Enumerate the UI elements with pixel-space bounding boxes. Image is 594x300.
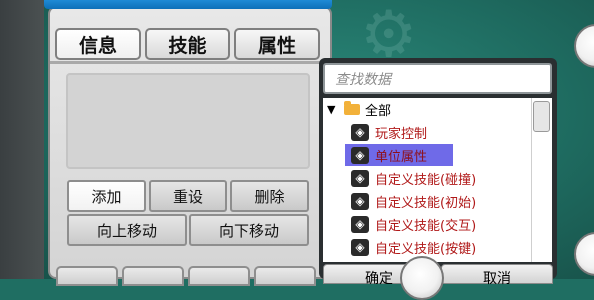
tab-skills[interactable]: 技能 <box>145 28 230 60</box>
bottom-tab[interactable] <box>122 266 184 286</box>
folder-icon <box>344 100 360 115</box>
reset-button[interactable]: 重设 <box>149 180 227 212</box>
tree-item-label: 自定义技能(碰撞) <box>375 172 477 188</box>
tree-item[interactable]: ◈ 自定义技能(初始) <box>351 191 476 211</box>
tab-attributes[interactable]: 属性 <box>234 28 320 60</box>
content-list-area[interactable] <box>66 73 310 169</box>
center-orb-button[interactable] <box>400 256 444 300</box>
move-down-button[interactable]: 向下移动 <box>189 214 309 246</box>
tree-item-label: 自定义技能(交互) <box>375 218 477 234</box>
tree-item-label: 自定义技能(初始) <box>375 195 477 211</box>
tab-divider <box>50 61 330 64</box>
unity-icon: ◈ <box>351 238 369 256</box>
tree-item[interactable]: ◈ 自定义技能(交互) <box>351 214 476 234</box>
tree-root-label: 全部 <box>365 103 392 119</box>
unity-icon: ◈ <box>351 215 369 233</box>
move-up-button[interactable]: 向上移动 <box>67 214 187 246</box>
tab-info[interactable]: 信息 <box>55 28 141 60</box>
tree-item[interactable]: ◈ 自定义技能(按键) <box>351 237 476 257</box>
unity-icon: ◈ <box>351 192 369 210</box>
search-input[interactable]: 查找数据 <box>323 63 552 94</box>
expand-triangle-icon[interactable]: ▼ <box>327 103 339 116</box>
unity-icon: ◈ <box>351 146 369 164</box>
bottom-tab[interactable] <box>188 266 250 286</box>
add-button[interactable]: 添加 <box>67 180 146 212</box>
unity-icon: ◈ <box>351 123 369 141</box>
left-strip <box>0 0 44 279</box>
tree-item-label: 单位属性 <box>375 149 428 165</box>
tree-item[interactable]: ◈ 自定义技能(碰撞) <box>351 168 476 188</box>
bottom-tab[interactable] <box>56 266 118 286</box>
bottom-tab-strip <box>56 266 326 286</box>
scrollbar-thumb[interactable] <box>533 101 550 132</box>
delete-button[interactable]: 删除 <box>230 180 309 212</box>
tree-root[interactable]: ▼ 全部 <box>327 99 391 119</box>
bottom-tab[interactable] <box>254 266 316 286</box>
tree-item-selected[interactable]: ◈ 单位属性 <box>351 145 427 165</box>
tree-item[interactable]: ◈ 玩家控制 <box>351 122 427 142</box>
panel-title-bar <box>44 0 332 9</box>
unity-icon: ◈ <box>351 169 369 187</box>
cancel-button[interactable]: 取消 <box>441 264 553 287</box>
tree-item-label: 玩家控制 <box>375 126 428 142</box>
tree-item-label: 自定义技能(按键) <box>375 241 477 257</box>
